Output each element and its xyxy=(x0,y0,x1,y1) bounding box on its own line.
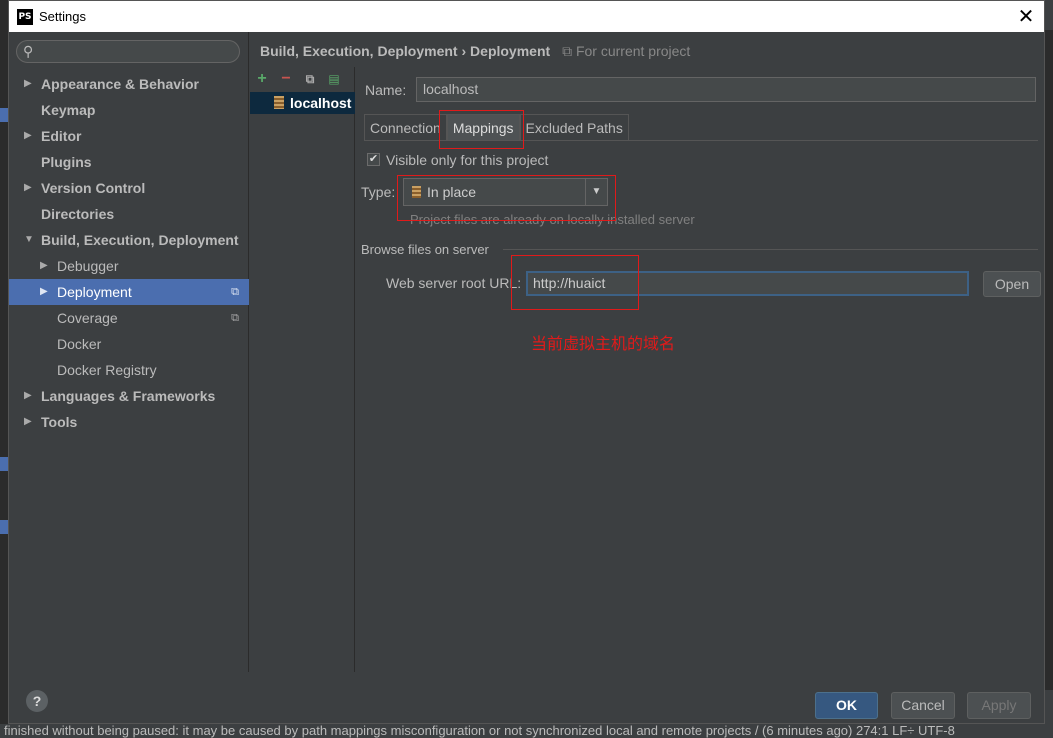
breadcrumb: Build, Execution, Deployment › Deploymen… xyxy=(260,43,690,60)
sidebar-item-label: Keymap xyxy=(41,102,96,118)
visible-only-checkbox[interactable]: ✔ xyxy=(367,153,380,166)
background-status-bar: finished without being paused: it may be… xyxy=(0,724,1053,738)
background-ide-edge-right xyxy=(1045,30,1053,690)
sidebar-item-languages-frameworks[interactable]: ▶ Languages & Frameworks xyxy=(9,383,249,409)
ok-button[interactable]: OK xyxy=(815,692,878,719)
server-icon xyxy=(274,96,284,109)
chevron-right-icon: ▶ xyxy=(24,130,32,141)
sidebar-item-keymap[interactable]: Keymap xyxy=(9,97,249,123)
copy-icon[interactable]: ⧉ xyxy=(302,71,318,87)
close-icon[interactable]: ✕ xyxy=(1014,4,1038,28)
sidebar-item-deployment[interactable]: ▶ Deployment ⧉ xyxy=(9,279,249,305)
settings-dialog: PS Settings ✕ ⚲ ▶ Appearance & Behavior … xyxy=(8,0,1045,724)
tab-connection[interactable]: Connection xyxy=(364,114,447,141)
sidebar-item-debugger[interactable]: ▶ Debugger xyxy=(9,253,249,279)
sidebar-item-label: Appearance & Behavior xyxy=(41,76,199,92)
cancel-button[interactable]: Cancel xyxy=(891,692,955,719)
chevron-down-icon: ▼ xyxy=(585,179,607,205)
type-select[interactable]: In place ▼ xyxy=(403,178,608,206)
apply-button[interactable]: Apply xyxy=(967,692,1031,719)
chevron-right-icon: ▶ xyxy=(24,390,32,401)
project-scope-icon: ⧉ xyxy=(562,43,573,59)
sidebar-item-label: Directories xyxy=(41,206,115,222)
name-label: Name: xyxy=(365,82,407,98)
chevron-right-icon: ▶ xyxy=(24,182,32,193)
settings-tree: ▶ Appearance & Behavior Keymap ▶ Editor … xyxy=(9,71,249,435)
chevron-right-icon: ▶ xyxy=(24,416,32,427)
breadcrumb-parent: Build, Execution, Deployment xyxy=(260,43,458,59)
search-icon: ⚲ xyxy=(23,43,34,59)
background-selection-strip xyxy=(0,457,8,471)
help-icon[interactable]: ? xyxy=(26,690,48,712)
url-label: Web server root URL: xyxy=(386,275,522,291)
server-name: localhost xyxy=(290,95,352,111)
background-selection-strip xyxy=(0,108,8,122)
sidebar-item-label: Version Control xyxy=(41,180,146,196)
server-item-localhost[interactable]: localhost xyxy=(250,92,355,114)
sidebar-item-label: Docker xyxy=(57,336,102,352)
web-server-root-url-field[interactable]: http://huaict xyxy=(526,271,969,296)
open-button[interactable]: Open xyxy=(983,271,1041,297)
remove-icon[interactable]: − xyxy=(278,71,294,87)
deployment-form: Name: localhost Connection Mappings Excl… xyxy=(356,67,1044,672)
use-as-default-icon[interactable]: ▤ xyxy=(326,71,342,87)
tab-excluded-paths[interactable]: Excluded Paths xyxy=(519,114,629,141)
server-toolbar: + − ⧉ ▤ xyxy=(254,69,342,89)
type-label: Type: xyxy=(361,184,396,200)
sidebar-item-plugins[interactable]: Plugins xyxy=(9,149,249,175)
sidebar-item-docker[interactable]: Docker xyxy=(9,331,249,357)
window-title: Settings xyxy=(39,9,86,24)
title-bar: PS Settings ✕ xyxy=(9,1,1044,32)
sidebar-item-docker-registry[interactable]: Docker Registry xyxy=(9,357,249,383)
sidebar-item-tools[interactable]: ▶ Tools xyxy=(9,409,249,435)
sidebar-item-coverage[interactable]: Coverage ⧉ xyxy=(9,305,249,331)
sidebar-item-editor[interactable]: ▶ Editor xyxy=(9,123,249,149)
section-divider xyxy=(503,249,1038,250)
type-value: In place xyxy=(427,184,477,200)
sidebar-item-label: Plugins xyxy=(41,154,92,170)
phpstorm-icon: PS xyxy=(17,8,33,25)
sidebar-item-build-execution-deployment[interactable]: ▼ Build, Execution, Deployment xyxy=(9,227,249,253)
form-tabs: Connection Mappings Excluded Paths xyxy=(364,114,629,141)
tab-mappings[interactable]: Mappings xyxy=(446,114,520,141)
chevron-right-icon: ▶ xyxy=(40,286,48,297)
name-field[interactable]: localhost xyxy=(416,77,1036,102)
breadcrumb-current: Deployment xyxy=(470,43,551,59)
sidebar-item-label: Coverage xyxy=(57,310,118,326)
sidebar-item-label: Languages & Frameworks xyxy=(41,388,216,404)
annotation-text: 当前虚拟主机的域名 xyxy=(531,336,676,353)
server-list-panel: + − ⧉ ▤ localhost xyxy=(250,67,355,672)
project-scope-icon: ⧉ xyxy=(231,286,239,298)
background-selection-strip xyxy=(0,520,8,534)
sidebar-item-label: Editor xyxy=(41,128,82,144)
server-icon xyxy=(412,186,421,198)
breadcrumb-separator: › xyxy=(461,43,467,59)
sidebar-item-version-control[interactable]: ▶ Version Control xyxy=(9,175,249,201)
chevron-right-icon: ▶ xyxy=(24,78,32,89)
sidebar-item-label: Docker Registry xyxy=(57,362,157,378)
browse-section-title: Browse files on server xyxy=(361,242,489,257)
sidebar-item-label: Debugger xyxy=(57,258,119,274)
background-ide-edge xyxy=(0,0,8,738)
sidebar-item-directories[interactable]: Directories xyxy=(9,201,249,227)
chevron-right-icon: ▶ xyxy=(40,260,48,271)
sidebar-item-appearance[interactable]: ▶ Appearance & Behavior xyxy=(9,71,249,97)
project-scope-icon: ⧉ xyxy=(231,312,239,324)
settings-sidebar: ⚲ ▶ Appearance & Behavior Keymap ▶ Edito… xyxy=(9,32,249,672)
sidebar-item-label: Deployment xyxy=(57,284,132,300)
visible-only-label: Visible only for this project xyxy=(386,152,549,168)
type-hint: Project files are already on locally ins… xyxy=(410,212,695,227)
search-input[interactable]: ⚲ xyxy=(16,40,240,63)
sidebar-item-label: Tools xyxy=(41,414,78,430)
tabs-divider xyxy=(364,140,1038,141)
sidebar-item-label: Build, Execution, Deployment xyxy=(41,232,239,248)
add-icon[interactable]: + xyxy=(254,71,270,87)
chevron-down-icon: ▼ xyxy=(24,234,34,245)
breadcrumb-scope: For current project xyxy=(575,43,691,59)
